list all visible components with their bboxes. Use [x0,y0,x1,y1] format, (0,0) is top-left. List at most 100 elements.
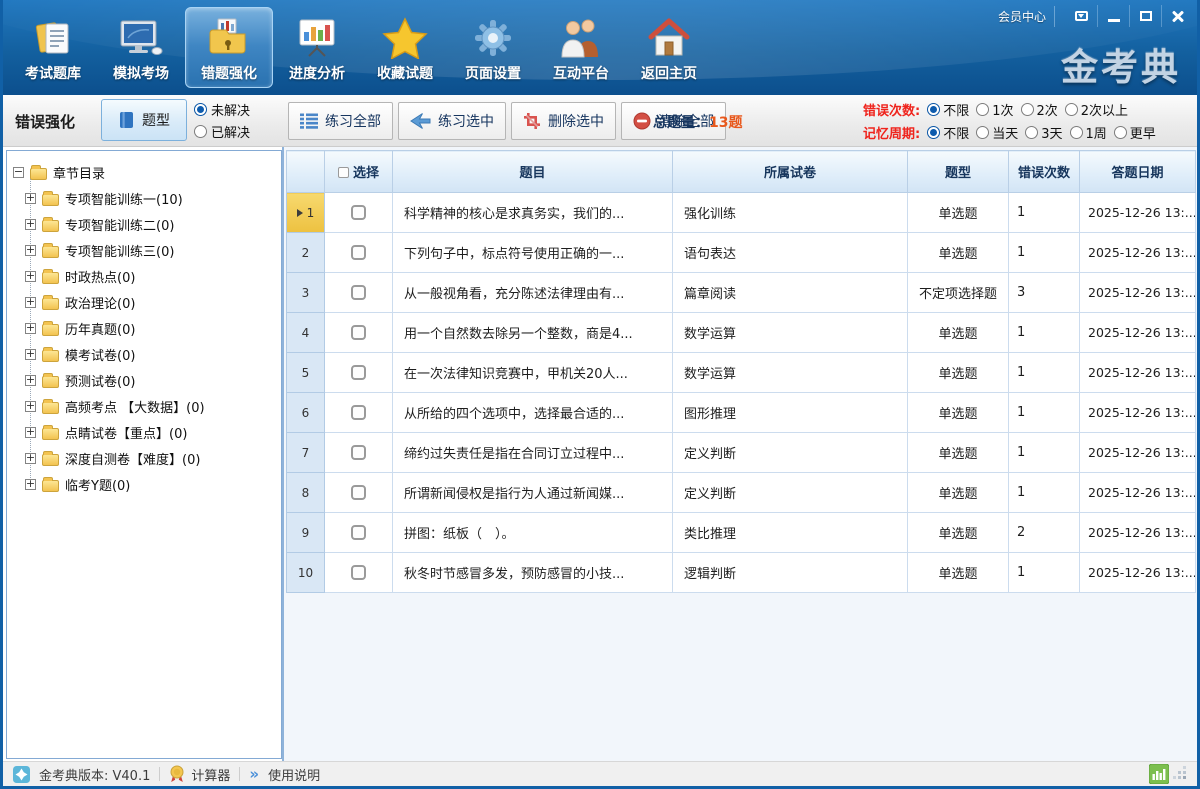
select-all-checkbox[interactable] [338,167,349,178]
expand-plus-icon[interactable] [25,271,36,282]
row-checkbox[interactable] [351,405,366,420]
table-row[interactable]: 6 从所给的四个选项中，选择最合适的... 图形推理 单选题 1 2025-12… [287,393,1196,433]
expand-plus-icon[interactable] [25,219,36,230]
table-row[interactable]: 7 缔约过失责任是指在合同订立过程中... 定义判断 单选题 1 2025-12… [287,433,1196,473]
tree-item[interactable]: 点睛试卷【重点】(0) [13,419,277,445]
row-checkbox[interactable] [351,285,366,300]
errors-cell: 3 [1009,273,1080,313]
nav-interactive-platform[interactable]: 互动平台 [537,7,625,88]
practice-all-button[interactable]: 练习全部 [288,102,393,140]
question-title-cell: 缔约过失责任是指在合同订立过程中... [393,433,673,473]
row-checkbox[interactable] [351,525,366,540]
filter-option[interactable]: 2次 [1021,100,1058,119]
tree-root[interactable]: 章节目录 [13,159,277,185]
select-all-header[interactable]: 选择 [325,151,393,193]
folder-icon [42,246,59,258]
filter-option[interactable]: 更早 [1114,123,1156,142]
tree-item[interactable]: 高频考点 【大数据】(0) [13,393,277,419]
table-row[interactable]: 4 用一个自然数去除另一个整数，商是4... 数学运算 单选题 1 2025-1… [287,313,1196,353]
close-icon [1171,9,1185,23]
row-checkbox[interactable] [351,325,366,340]
maximize-button[interactable] [1129,5,1161,27]
book-icon [118,111,135,129]
minimize-button[interactable] [1097,5,1129,27]
tree-item[interactable]: 模考试卷(0) [13,341,277,367]
radio-icon [1021,103,1034,116]
paper-cell: 语句表达 [673,233,908,273]
tree-item[interactable]: 预测试卷(0) [13,367,277,393]
expand-plus-icon[interactable] [25,401,36,412]
row-checkbox[interactable] [351,365,366,380]
filter-option[interactable]: 1次 [976,100,1013,119]
nav-progress-analysis[interactable]: 进度分析 [273,7,361,88]
filter-option[interactable]: 当天 [976,123,1018,142]
app-logo-icon [13,766,30,783]
folder-icon [30,168,47,180]
tree-item[interactable]: 深度自测卷【难度】(0) [13,445,277,471]
nav-return-home[interactable]: 返回主页 [625,7,713,88]
member-center-link[interactable]: 会员中心 [990,6,1055,27]
row-checkbox[interactable] [351,245,366,260]
expand-plus-icon[interactable] [25,349,36,360]
table-row[interactable]: 2 下列句子中，标点符号使用正确的一... 语句表达 单选题 1 2025-12… [287,233,1196,273]
collapse-minus-icon[interactable] [13,167,24,178]
question-type-button[interactable]: 题型 [101,99,187,141]
date-header: 答题日期 [1080,151,1196,193]
row-checkbox[interactable] [351,565,366,580]
expand-plus-icon[interactable] [25,297,36,308]
table-row[interactable]: 9 拼图：纸板（ ）。 类比推理 单选题 2 2025-12-26 13:... [287,513,1196,553]
table-row[interactable]: 1 科学精神的核心是求真务实，我们的... 强化训练 单选题 1 2025-12… [287,193,1196,233]
nav-mock-exam[interactable]: 模拟考场 [97,7,185,88]
filter-option[interactable]: 3天 [1025,123,1062,142]
practice-selected-button[interactable]: 练习选中 [398,102,506,140]
table-row[interactable]: 3 从一般视角看，充分陈述法律理由有... 篇章阅读 不定项选择题 3 2025… [287,273,1196,313]
nav-page-settings[interactable]: 页面设置 [449,7,537,88]
select-cell [325,433,393,473]
table-row[interactable]: 10 秋冬时节感冒多发，预防感冒的小技... 逻辑判断 单选题 1 2025-1… [287,553,1196,593]
expand-plus-icon[interactable] [25,453,36,464]
tree-item[interactable]: 专项智能训练一(10) [13,185,277,211]
nav-favorites[interactable]: 收藏试题 [361,7,449,88]
tree-item[interactable]: 临考Y题(0) [13,471,277,497]
table-row[interactable]: 8 所谓新闻侵权是指行为人通过新闻媒... 定义判断 单选题 1 2025-12… [287,473,1196,513]
paper-cell: 类比推理 [673,513,908,553]
help-link[interactable]: 使用说明 [268,765,320,784]
filter-option[interactable]: 1周 [1070,123,1107,142]
expand-plus-icon[interactable] [25,375,36,386]
row-checkbox[interactable] [351,205,366,220]
filter-option[interactable]: 2次以上 [1065,100,1128,119]
tree-item[interactable]: 专项智能训练二(0) [13,211,277,237]
close-button[interactable] [1161,5,1193,27]
radio-unsolved[interactable]: 未解决 [194,100,250,119]
nav-exam-bank[interactable]: 考试题库 [9,7,97,88]
table-row[interactable]: 5 在一次法律知识竞赛中，甲机关20人... 数学运算 单选题 1 2025-1… [287,353,1196,393]
filter-option[interactable]: 不限 [927,123,969,142]
paper-cell: 定义判断 [673,433,908,473]
qtype-cell: 单选题 [908,433,1009,473]
expand-plus-icon[interactable] [25,193,36,204]
folder-icon [42,480,59,492]
tree-item[interactable]: 政治理论(0) [13,289,277,315]
filter-option[interactable]: 不限 [927,100,969,119]
calculator-link[interactable]: 计算器 [169,765,230,784]
nav-wrong-questions[interactable]: 错题强化 [185,7,273,88]
radio-solved[interactable]: 已解决 [194,122,250,141]
stats-chart-icon[interactable] [1149,764,1169,784]
minimize-to-tray-button[interactable] [1065,5,1097,27]
resize-grip[interactable] [1175,768,1187,780]
question-title-cell: 用一个自然数去除另一个整数，商是4... [393,313,673,353]
version-text: 金考典版本: V40.1 [39,765,150,784]
tree-item[interactable]: 历年真题(0) [13,315,277,341]
delete-selected-button[interactable]: 删除选中 [511,102,616,140]
row-checkbox[interactable] [351,445,366,460]
expand-plus-icon[interactable] [25,479,36,490]
tree-item[interactable]: 时政热点(0) [13,263,277,289]
memory-cycle-filter: 记忆周期: 不限 当天 3天 1周 更早 [863,121,1156,144]
medal-icon [169,765,185,783]
expand-plus-icon[interactable] [25,323,36,334]
tree-item[interactable]: 专项智能训练三(0) [13,237,277,263]
expand-plus-icon[interactable] [25,245,36,256]
expand-plus-icon[interactable] [25,427,36,438]
chapter-tree-panel: 章节目录 专项智能训练一(10) 专项智能训练二(0) 专项智能训练三(0) 时… [6,150,282,759]
row-checkbox[interactable] [351,485,366,500]
